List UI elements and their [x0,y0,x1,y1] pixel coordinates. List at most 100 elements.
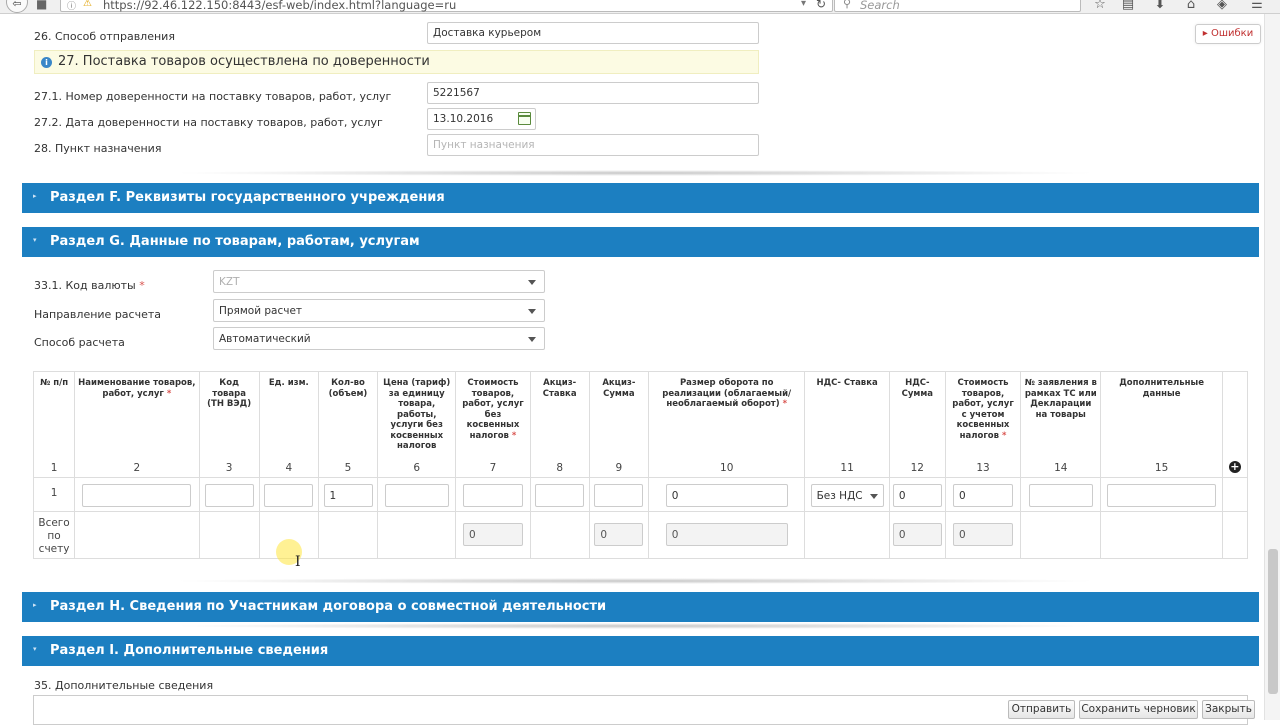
column-header: Цена (тариф) за единицу товара, работы, … [377,371,457,478]
currency-label: 33.1. Код валюты * [34,279,145,292]
chevron-down-icon [528,337,536,342]
method-label: Способ расчета [34,336,125,349]
bookmark-star-icon[interactable]: ☆ [1091,0,1109,12]
section-h-header[interactable]: ▸ Раздел H. Сведения по Участникам догов… [22,592,1259,622]
method-value: Автоматический [219,333,311,345]
panel-shadow [170,578,1100,584]
quantity-input[interactable]: 1 [323,484,373,507]
direction-select[interactable]: Прямой расчет [213,299,545,322]
download-icon[interactable]: ⬇ [1151,0,1169,12]
column-header: Стоимость товаров, работ, услуг без косв… [455,371,531,478]
table-row: 1 1 0 Без НДС 0 0 [32,477,1249,512]
site-info-icon[interactable]: ⓘ [67,0,76,12]
field-26-label: 26. Способ отправления [34,30,175,43]
vat-rate-value: Без НДС [816,490,863,502]
currency-select[interactable]: KZT [213,270,545,293]
close-button[interactable]: Закрыть [1202,700,1255,719]
section-g-title: Раздел G. Данные по товарам, работам, ус… [50,234,420,249]
column-header: № п/п 1 [32,371,76,478]
address-bar[interactable]: ⓘ ⚠ https://92.46.122.150:8443/esf-web/i… [60,0,833,12]
attorney-date-value: 13.10.2016 [433,113,494,125]
field-27-2-label: 27.2. Дата доверенности на поставку това… [34,116,383,129]
section-g-header[interactable]: ▾ Раздел G. Данные по товарам, работам, … [22,227,1259,257]
section-i-header[interactable]: ▾ Раздел I. Дополнительные сведения [22,636,1259,666]
expand-caret-icon: ▸ [33,192,37,200]
section-f-title: Раздел F. Реквизиты государственного учр… [50,190,445,205]
goods-table: № п/п 1 Наименование товаров, работ, услу… [32,371,1249,559]
row-number: 1 [50,487,58,499]
column-header: Размер оборота по реализации (облагаемый… [647,371,806,478]
power-of-attorney-banner: i 27. Поставка товаров осуществлена по д… [34,50,759,74]
excise-rate-input[interactable] [535,484,585,507]
column-header: Дополнительные данные 15 [1100,371,1223,478]
panel-shadow [170,623,1100,629]
table-total-row: Всего по счету 0 0 0 0 0 [32,511,1249,559]
total-turnover: 0 [665,523,788,546]
collapse-caret-icon: ▾ [33,236,37,244]
shipping-method-input[interactable]: Доставка курьером [427,22,759,44]
turnover-input[interactable]: 0 [665,484,788,507]
stop-icon[interactable]: ■ [36,0,50,11]
attorney-date-input[interactable]: 13.10.2016 [427,108,536,130]
destination-input[interactable]: Пункт назначения [427,134,759,156]
calendar-icon[interactable] [518,112,531,125]
field-27-1-label: 27.1. Номер доверенности на поставку тов… [34,90,392,103]
scrollbar-thumb[interactable] [1268,549,1278,694]
excise-amount-input[interactable] [594,484,644,507]
total-label: Всего по счету [38,517,70,555]
column-header: Акциз- Ставка 8 [529,371,590,478]
cost-without-tax-input[interactable] [462,484,523,507]
table-header-row: № п/п 1 Наименование товаров, работ, услу… [32,371,1249,478]
chevron-down-icon [869,494,878,499]
chevron-down-icon [528,309,536,314]
panel-shadow [170,170,1100,176]
url-history-icon[interactable]: ▾ [801,0,806,9]
column-header: НДС- Ставка 11 [804,371,890,478]
text-cursor-icon: I [295,554,301,570]
pocket-icon[interactable]: ◈ [1213,0,1231,12]
add-row-icon[interactable]: + [1228,461,1241,473]
direction-value: Прямой расчет [219,305,303,317]
security-warning-icon[interactable]: ⚠ [83,0,92,9]
currency-value: KZT [219,276,240,288]
declaration-number-input[interactable] [1028,484,1093,507]
cost-with-tax-input[interactable]: 0 [953,484,1014,507]
unit-input[interactable] [264,484,314,507]
attorney-number-input[interactable]: 5221567 [427,82,759,104]
reading-list-icon[interactable]: ▤ [1119,0,1137,12]
page-scrollbar[interactable] [1264,14,1280,720]
errors-button[interactable]: ▸ Ошибки [1195,24,1261,44]
field-28-label: 28. Пункт назначения [34,142,162,155]
method-select[interactable]: Автоматический [213,327,545,350]
product-code-input[interactable] [204,484,254,507]
home-icon[interactable]: ⌂ [1182,0,1200,12]
column-header: № заявления в рамках ТС или Декларации н… [1020,371,1102,478]
save-draft-button[interactable]: Сохранить черновик [1079,700,1198,719]
total-vat-amount: 0 [892,523,942,546]
total-excise-amount: 0 [594,523,644,546]
search-placeholder[interactable]: Search [860,0,900,12]
section-h-title: Раздел H. Сведения по Участникам договор… [50,599,607,614]
banner-text: 27. Поставка товаров осуществлена по дов… [58,54,430,69]
total-cost-with-tax: 0 [953,523,1014,546]
expand-caret-icon: ▸ [33,601,37,609]
section-f-header[interactable]: ▸ Раздел F. Реквизиты государственного у… [22,183,1259,213]
item-name-input[interactable] [82,484,192,507]
section-i-title: Раздел I. Дополнительные сведения [50,643,329,658]
menu-icon[interactable]: ☰ [1248,0,1266,12]
info-icon: i [41,57,52,68]
back-button[interactable]: ⇦ [6,0,28,13]
vat-amount-input[interactable]: 0 [892,484,942,507]
column-header: Ед. изм. 4 [258,371,319,478]
send-button[interactable]: Отправить [1008,700,1075,719]
vat-rate-select[interactable]: Без НДС [810,484,884,507]
column-header: Стоимость товаров, работ, услуг с учетом… [944,371,1022,478]
browser-search-box[interactable]: ⚲ Search [834,0,1081,12]
url-text[interactable]: https://92.46.122.150:8443/esf-web/index… [103,0,456,12]
unit-price-input[interactable] [384,484,449,507]
reload-icon[interactable]: ↻ [816,0,826,11]
chevron-down-icon [528,280,536,285]
additional-data-input[interactable] [1107,484,1217,507]
column-header: НДС- Сумма 12 [888,371,946,478]
column-header: Наименование товаров, работ, услуг * 2 [74,371,200,478]
